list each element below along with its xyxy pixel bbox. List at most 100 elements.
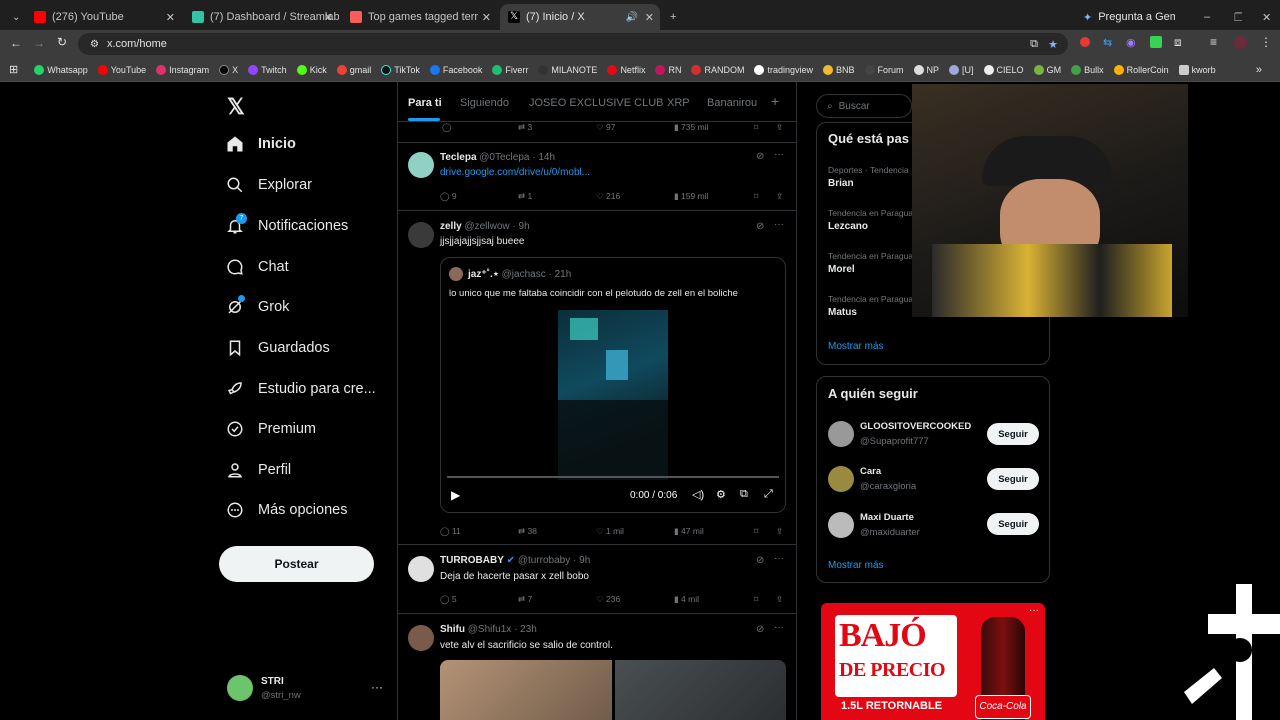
more-icon[interactable]: ···: [774, 219, 784, 230]
bookmark-bnb[interactable]: BNB: [822, 64, 855, 75]
trend-item[interactable]: Morel: [828, 264, 855, 275]
ad-more-icon[interactable]: ···: [1029, 605, 1039, 616]
tab-search-button[interactable]: ⌄: [4, 4, 22, 30]
account-menu-icon[interactable]: ···: [371, 680, 383, 694]
bookmark-bullx[interactable]: Bullx: [1071, 64, 1104, 75]
reply-icon[interactable]: ◯ 9: [440, 191, 457, 202]
share-icon[interactable]: ⇪: [776, 122, 783, 133]
follow-button[interactable]: Seguir: [987, 468, 1039, 490]
bookmark-star-icon[interactable]: ★: [1048, 38, 1058, 51]
like-icon[interactable]: ♡ 236: [596, 594, 620, 605]
close-icon[interactable]: ✕: [166, 11, 175, 24]
bookmark-icon[interactable]: ⌑: [754, 594, 758, 605]
follow-button[interactable]: Seguir: [987, 423, 1039, 445]
reply-icon[interactable]: ◯ 11: [440, 526, 461, 537]
more-bookmarks-icon[interactable]: »: [1256, 64, 1262, 76]
close-icon[interactable]: ✕: [482, 11, 491, 24]
bookmark-forum[interactable]: Forum: [864, 64, 904, 75]
bookmark-milanote[interactable]: MILANOTE: [538, 64, 597, 75]
post-button[interactable]: Postear: [219, 546, 374, 582]
trend-item[interactable]: Brian: [828, 178, 854, 189]
share-icon[interactable]: ⇪: [776, 526, 783, 537]
x-logo-icon[interactable]: 𝕏: [227, 94, 245, 120]
bookmark-whatsapp[interactable]: Whatsapp: [34, 64, 88, 75]
bookmark-kick[interactable]: Kick: [296, 64, 327, 75]
bookmark-cielo[interactable]: CIELO: [983, 64, 1024, 75]
bookmark-instagram[interactable]: Instagram: [156, 64, 209, 75]
video-player[interactable]: ▶ 0:00 / 0:06 ◁) ⚙ ⧉ ⤢: [441, 310, 785, 512]
bookmark-kworb[interactable]: kworb: [1178, 64, 1216, 75]
tab-itchio[interactable]: Top games tagged terror - itch.io✕: [342, 4, 497, 30]
address-bar[interactable]: ⚙ x.com/home ⧉ ★: [78, 33, 1068, 55]
extension-eye-icon[interactable]: ◉: [1126, 36, 1136, 49]
grok-icon[interactable]: ⊘: [756, 555, 764, 566]
bookmark-u[interactable]: [U]: [949, 64, 974, 75]
avatar[interactable]: [227, 675, 253, 701]
pip-icon[interactable]: ⧉: [740, 488, 748, 501]
like-icon[interactable]: ♡ 216: [596, 191, 620, 202]
share-icon[interactable]: ⇪: [776, 594, 783, 605]
bookmark-icon[interactable]: ⌑: [754, 526, 758, 537]
tweet[interactable]: zelly @zellwow · 9h jjsjjajajjsjjsaj bue…: [398, 212, 796, 545]
maximize-button[interactable]: ❐: [1226, 4, 1242, 30]
avatar[interactable]: [408, 556, 434, 582]
sidebar-item-chat[interactable]: Chat: [226, 258, 289, 276]
grok-icon[interactable]: ⊘: [756, 624, 764, 635]
close-icon[interactable]: ✕: [645, 11, 654, 24]
avatar[interactable]: [828, 466, 854, 492]
views-icon[interactable]: ▮ 4 mil: [674, 594, 699, 605]
tweet-image[interactable]: [615, 660, 786, 720]
reply-icon[interactable]: ◯ 5: [440, 594, 457, 605]
retweet-icon[interactable]: ⇄ 1: [518, 191, 532, 202]
tab-para-ti[interactable]: Para ti: [408, 97, 442, 109]
avatar[interactable]: [408, 222, 434, 248]
bookmark-x[interactable]: X: [219, 64, 238, 75]
bookmark-rollercoin[interactable]: RollerCoin: [1113, 64, 1169, 75]
bookmark-tradingview[interactable]: tradingview: [754, 64, 813, 75]
retweet-icon[interactable]: ⇄ 7: [518, 594, 532, 605]
reload-icon[interactable]: ↻: [57, 35, 67, 49]
more-icon[interactable]: ···: [774, 149, 784, 160]
forward-icon[interactable]: →: [33, 36, 45, 50]
follow-button[interactable]: Seguir: [987, 513, 1039, 535]
gemini-button[interactable]: ✦Pregunta a Gemini: [1075, 4, 1175, 30]
extension-arrows-icon[interactable]: ⇆: [1103, 36, 1112, 49]
views-icon[interactable]: ▮ 47 mil: [674, 526, 704, 537]
like-icon[interactable]: ♡ 97: [596, 122, 615, 133]
bookmark-random[interactable]: RANDOM: [691, 64, 744, 75]
bookmark-icon[interactable]: ⌑: [754, 191, 758, 202]
avatar[interactable]: [408, 152, 434, 178]
tab-xrp[interactable]: XRP: [667, 97, 690, 109]
bookmark-facebook[interactable]: Facebook: [429, 64, 482, 75]
speaker-icon[interactable]: 🔊: [626, 12, 638, 23]
video-progress-bar[interactable]: [447, 476, 779, 478]
back-icon[interactable]: ←: [10, 36, 22, 50]
volume-icon[interactable]: ◁): [692, 488, 704, 501]
trend-item[interactable]: Matus: [828, 307, 857, 318]
sidebar-item-grok[interactable]: Grok: [226, 295, 289, 316]
settings-icon[interactable]: ⚙: [716, 488, 726, 501]
search-input[interactable]: ⌕ Buscar: [816, 94, 912, 118]
trend-item[interactable]: Lezcano: [828, 221, 868, 232]
tab-joseo[interactable]: JOSEO EXCLUSIVE CLUB: [529, 97, 664, 109]
tab-bananirou[interactable]: Bananirou: [707, 97, 757, 109]
browser-menu-icon[interactable]: ⋮: [1260, 35, 1272, 49]
minimize-button[interactable]: –: [1196, 4, 1212, 30]
sidebar-item-mas-opciones[interactable]: Más opciones: [226, 501, 347, 519]
tab-x-inicio[interactable]: 𝕏 (7) Inicio / X 🔊 ✕: [500, 4, 660, 30]
suggested-user-name[interactable]: GLOOSITOVERCOOKED: [860, 421, 971, 432]
sidebar-item-estudio[interactable]: Estudio para cre...: [226, 380, 376, 398]
bookmark-gmail[interactable]: gmail: [336, 64, 371, 75]
bookmark-gm[interactable]: GM: [1033, 64, 1061, 75]
more-icon[interactable]: ···: [774, 622, 784, 633]
avatar[interactable]: [449, 267, 463, 281]
sidebar-item-premium[interactable]: Premium: [226, 420, 316, 438]
views-icon[interactable]: ▮ 159 mil: [674, 191, 708, 202]
retweet-icon[interactable]: ⇄ 38: [518, 526, 537, 537]
bookmark-fiverr[interactable]: Fiverr: [492, 64, 528, 75]
fullscreen-icon[interactable]: ⤢: [764, 488, 773, 501]
extension-green-icon[interactable]: [1150, 36, 1162, 48]
sidebar-item-guardados[interactable]: Guardados: [226, 339, 330, 357]
add-tab-icon[interactable]: +: [771, 93, 779, 109]
sidebar-item-perfil[interactable]: Perfil: [226, 461, 291, 479]
